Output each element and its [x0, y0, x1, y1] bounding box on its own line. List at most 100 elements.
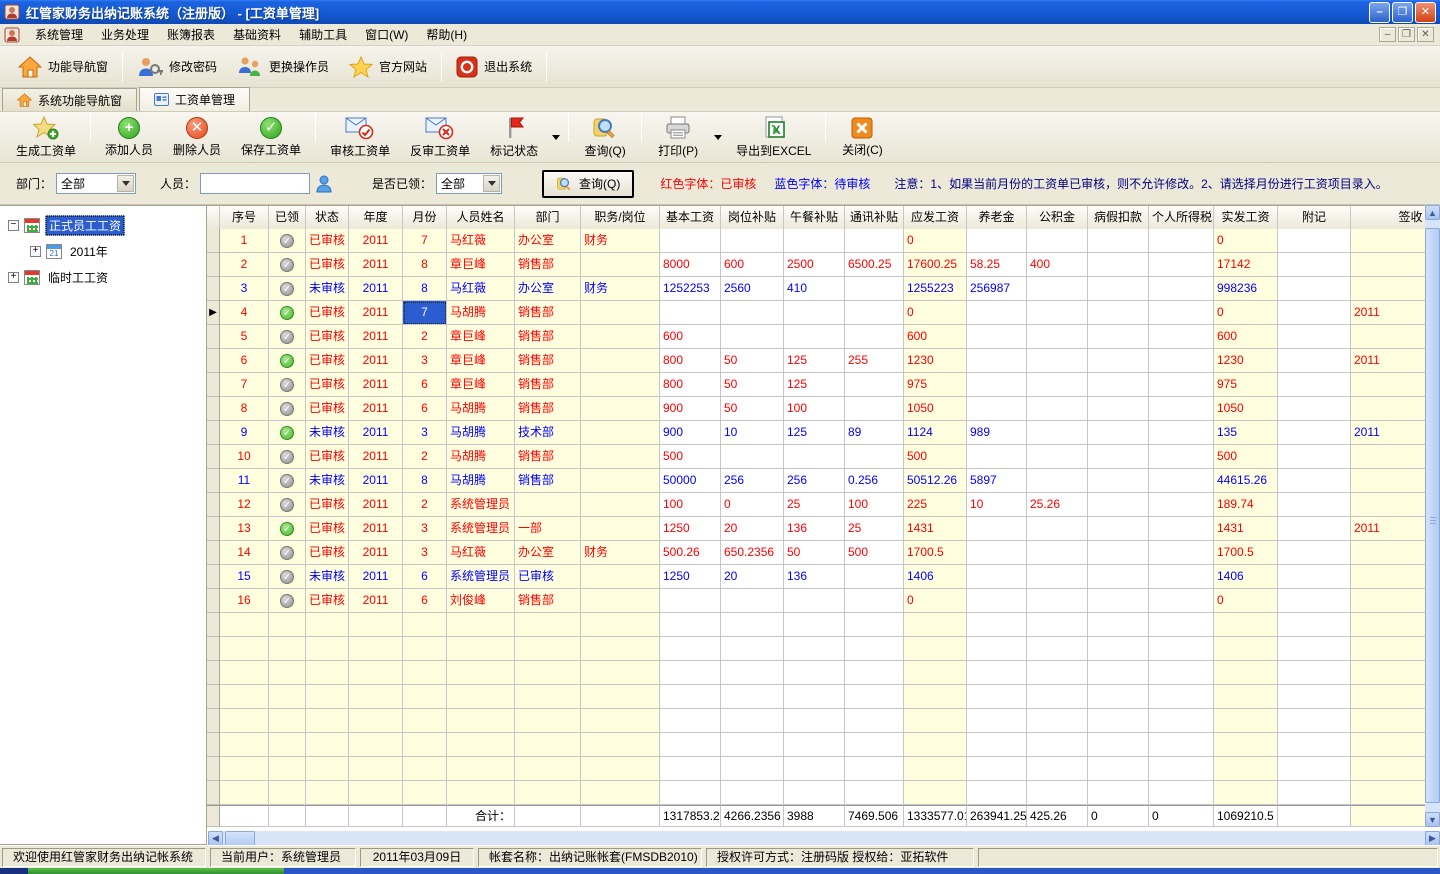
empty-cell[interactable] — [447, 757, 515, 781]
grid-cell-fund[interactable] — [1027, 301, 1088, 325]
received-status-cell[interactable]: ✓ — [269, 565, 306, 589]
empty-cell[interactable] — [1027, 685, 1088, 709]
empty-cell[interactable] — [1214, 613, 1278, 637]
empty-cell[interactable] — [269, 637, 306, 661]
empty-cell[interactable] — [904, 709, 967, 733]
grid-cell-base[interactable]: 100 — [660, 493, 721, 517]
empty-cell[interactable] — [349, 661, 403, 685]
grid-cell-dept[interactable]: 销售部 — [515, 589, 581, 613]
grid-cell-name[interactable]: 马胡腾 — [447, 445, 515, 469]
grid-cell-status[interactable]: 已审核 — [306, 493, 349, 517]
empty-cell[interactable] — [660, 757, 721, 781]
menu-basedata[interactable]: 基础资料 — [224, 25, 290, 45]
grid-cell-duty[interactable] — [581, 517, 660, 541]
grid-cell-base[interactable]: 900 — [660, 397, 721, 421]
grid-cell-seq[interactable]: 6 — [220, 349, 269, 373]
empty-cell[interactable] — [1149, 685, 1214, 709]
grid-cell-name[interactable]: 刘俊峰 — [447, 589, 515, 613]
grid-cell-seq[interactable]: 2 — [220, 253, 269, 277]
grid-cell-dept[interactable]: 销售部 — [515, 397, 581, 421]
grid-cell-fund[interactable] — [1027, 469, 1088, 493]
empty-cell[interactable] — [784, 613, 845, 637]
row-indicator-cell[interactable] — [207, 373, 220, 397]
grid-cell-duty[interactable] — [581, 253, 660, 277]
empty-cell[interactable] — [1149, 637, 1214, 661]
grid-cell-status[interactable]: 未审核 — [306, 565, 349, 589]
grid-cell-dept[interactable] — [515, 493, 581, 517]
column-header-seq[interactable]: 序号 — [220, 206, 269, 230]
grid-cell-comm[interactable] — [845, 229, 904, 253]
empty-cell[interactable] — [447, 685, 515, 709]
received-status-cell[interactable]: ✓ — [269, 445, 306, 469]
grid-cell-comm[interactable]: 100 — [845, 493, 904, 517]
empty-cell[interactable] — [207, 733, 220, 757]
grid-cell-year[interactable]: 2011 — [349, 541, 403, 565]
row-indicator-cell[interactable] — [207, 493, 220, 517]
vertical-scrollbar[interactable]: ▲ ▼ — [1425, 205, 1440, 827]
minimize-button[interactable]: – — [1369, 2, 1390, 23]
grid-cell-lunch[interactable]: 136 — [784, 565, 845, 589]
grid-cell-lunch[interactable]: 410 — [784, 277, 845, 301]
empty-cell[interactable] — [403, 733, 447, 757]
switch-operator-button[interactable]: 更换操作员 — [227, 50, 339, 84]
grid-cell-base[interactable]: 600 — [660, 325, 721, 349]
empty-cell[interactable] — [306, 733, 349, 757]
grid-cell-status[interactable]: 未审核 — [306, 421, 349, 445]
empty-cell[interactable] — [721, 685, 784, 709]
row-indicator-cell[interactable] — [207, 253, 220, 277]
empty-cell[interactable] — [269, 685, 306, 709]
empty-cell[interactable] — [403, 637, 447, 661]
empty-cell[interactable] — [207, 709, 220, 733]
column-header-pension[interactable]: 养老金 — [967, 206, 1027, 230]
menu-window[interactable]: 窗口(W) — [356, 25, 417, 45]
row-indicator-cell[interactable] — [207, 229, 220, 253]
grid-cell-post[interactable] — [721, 445, 784, 469]
grid-cell-comm[interactable] — [845, 301, 904, 325]
empty-cell[interactable] — [784, 637, 845, 661]
empty-cell[interactable] — [306, 613, 349, 637]
grid-cell-comm[interactable] — [845, 397, 904, 421]
grid-cell-comm[interactable]: 25 — [845, 517, 904, 541]
grid-cell-base[interactable] — [660, 229, 721, 253]
grid-cell-name[interactable]: 马红薇 — [447, 541, 515, 565]
grid-cell-comm[interactable]: 6500.25 — [845, 253, 904, 277]
exit-system-button[interactable]: 退出系统 — [446, 50, 542, 84]
grid-cell-post[interactable] — [721, 301, 784, 325]
empty-cell[interactable] — [967, 709, 1027, 733]
empty-cell[interactable] — [403, 661, 447, 685]
grid-cell-tax[interactable] — [1149, 373, 1214, 397]
mark-status-dropdown-arrow[interactable] — [552, 135, 560, 140]
empty-cell[interactable] — [269, 661, 306, 685]
grid-cell-duty[interactable] — [581, 493, 660, 517]
empty-cell[interactable] — [660, 685, 721, 709]
grid-cell-fund[interactable] — [1027, 541, 1088, 565]
received-status-cell[interactable]: ✓ — [269, 349, 306, 373]
grid-cell-status[interactable]: 已审核 — [306, 325, 349, 349]
received-status-cell[interactable]: ✓ — [269, 469, 306, 493]
collapse-icon[interactable]: − — [8, 220, 19, 231]
row-indicator-cell[interactable] — [207, 445, 220, 469]
grid-cell-lunch[interactable]: 125 — [784, 349, 845, 373]
grid-cell-gross[interactable]: 0 — [904, 589, 967, 613]
grid-cell-duty[interactable] — [581, 373, 660, 397]
grid-cell-sick[interactable] — [1088, 373, 1149, 397]
grid-cell-pension[interactable] — [967, 517, 1027, 541]
grid-cell-post[interactable]: 600 — [721, 253, 784, 277]
grid-cell-status[interactable]: 已审核 — [306, 589, 349, 613]
empty-cell[interactable] — [306, 781, 349, 805]
empty-cell[interactable] — [349, 757, 403, 781]
scroll-left-arrow[interactable]: ◀ — [208, 831, 223, 846]
empty-cell[interactable] — [1088, 685, 1149, 709]
grid-cell-tax[interactable] — [1149, 397, 1214, 421]
tree-item-2011[interactable]: + 21 2011年 — [0, 238, 206, 264]
grid-cell-sick[interactable] — [1088, 277, 1149, 301]
grid-cell-tax[interactable] — [1149, 541, 1214, 565]
grid-corner-cell[interactable] — [207, 206, 220, 230]
row-indicator-cell[interactable]: ▶ — [207, 301, 220, 325]
menu-help[interactable]: 帮助(H) — [417, 25, 476, 45]
grid-cell-net[interactable]: 0 — [1214, 229, 1278, 253]
empty-cell[interactable] — [447, 781, 515, 805]
grid-cell-tax[interactable] — [1149, 517, 1214, 541]
empty-cell[interactable] — [403, 685, 447, 709]
grid-cell-duty[interactable] — [581, 397, 660, 421]
